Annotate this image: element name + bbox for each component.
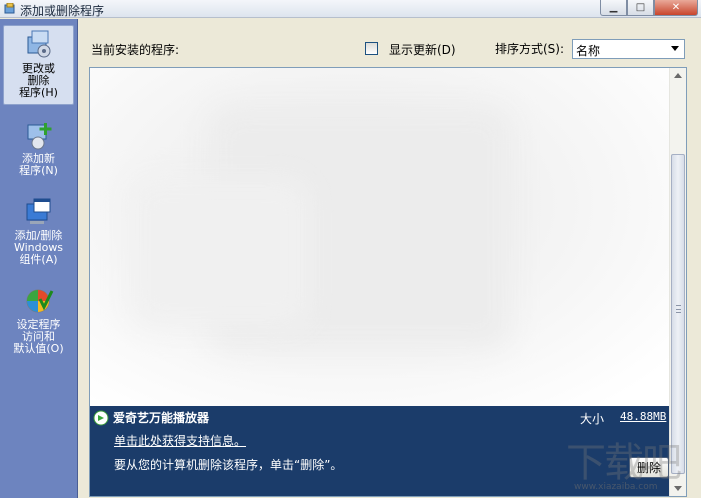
close-button[interactable]: ✕ (654, 0, 698, 16)
show-updates-checkbox[interactable] (365, 42, 378, 55)
chevron-down-icon (671, 46, 679, 51)
close-icon: ✕ (671, 2, 681, 13)
size-value: 48.88MB (620, 410, 667, 423)
sidebar-item-program-defaults[interactable]: 设定程序 访问和 默认值(O) (3, 285, 74, 357)
app-icon (4, 3, 15, 14)
watermark-url: www.xiazaiba.com (574, 482, 658, 492)
blur-region (130, 178, 310, 328)
sort-by-select[interactable]: 名称 (572, 39, 685, 59)
minimize-button[interactable]: ▁ (600, 0, 627, 16)
sidebar-item-label: 添加新 程序(N) (19, 152, 58, 177)
scroll-up-icon[interactable] (674, 73, 682, 78)
add-new-programs-icon (27, 123, 51, 150)
support-info-link[interactable]: 单击此处获得支持信息。 (114, 432, 246, 449)
sidebar-item-change-remove[interactable]: 更改或 删除 程序(H) (3, 25, 74, 105)
maximize-icon: □ (635, 2, 646, 13)
show-updates-label[interactable]: 显示更新(D) (389, 41, 456, 58)
current-programs-label: 当前安装的程序: (91, 43, 180, 57)
program-defaults-icon (26, 289, 53, 313)
scroll-grip-icon (676, 305, 681, 313)
window-title: 添加或删除程序 (20, 4, 105, 18)
sidebar-item-windows-components[interactable]: 添加/删除 Windows 组件(A) (3, 196, 74, 268)
main-panel: 当前安装的程序: 显示更新(D) 排序方式(S): 名称 爱奇艺万能播放器 大小… (79, 19, 701, 498)
title-bar: 添加或删除程序 ▁ □ ✕ (0, 0, 701, 18)
sidebar-item-label: 设定程序 访问和 默认值(O) (13, 318, 64, 355)
sort-by-label: 排序方式(S): (495, 42, 565, 56)
maximize-button[interactable]: □ (627, 0, 654, 16)
window-controls: ▁ □ ✕ (600, 0, 698, 16)
minimize-icon: ▁ (609, 2, 618, 13)
remove-hint-text: 要从您的计算机删除该程序，单击“删除”。 (114, 458, 343, 472)
watermark: 下载吧 www.xiazaiba.com (560, 430, 700, 496)
sort-by-value: 名称 (576, 44, 601, 58)
watermark-logo-text: 下载吧 (566, 440, 682, 486)
sidebar-item-label: 更改或 删除 程序(H) (19, 62, 58, 99)
sidebar: 更改或 删除 程序(H) 添加新 程序(N) 添加/删除 Windows 组件(… (0, 19, 78, 498)
sidebar-item-add-new[interactable]: 添加新 程序(N) (3, 119, 74, 179)
change-remove-programs-icon (27, 30, 50, 58)
sidebar-item-label: 添加/删除 Windows 组件(A) (13, 229, 64, 266)
blurred-program-list (90, 68, 671, 406)
program-name: 爱奇艺万能播放器 (113, 411, 210, 425)
size-label: 大小 (580, 412, 605, 426)
windows-components-icon (26, 198, 50, 224)
iqiyi-player-icon (93, 410, 109, 426)
scrollbar-thumb[interactable] (671, 154, 685, 474)
